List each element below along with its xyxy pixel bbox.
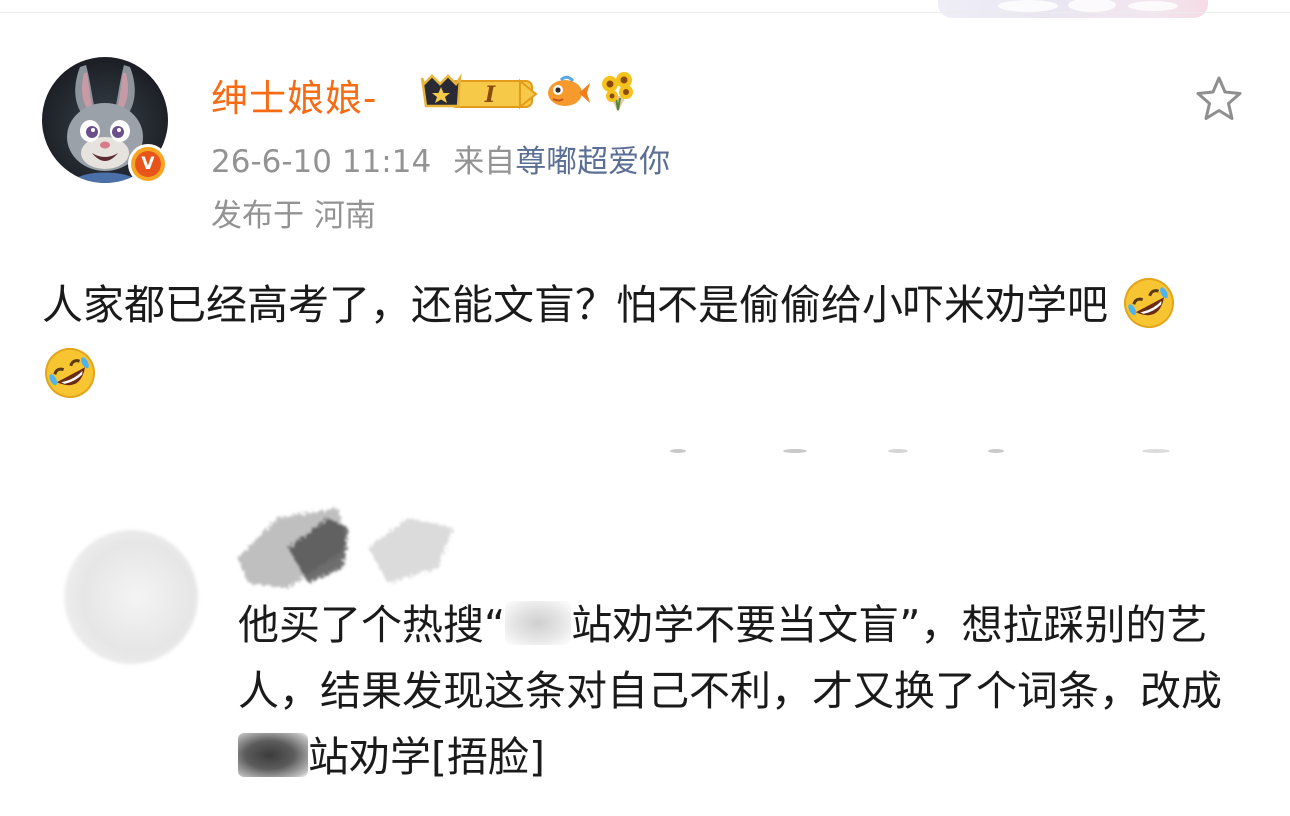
location-prefix: 发布于 [211,198,304,234]
rofl-emoji-icon [45,348,95,398]
source-prefix: 来自 [453,144,516,180]
post-meta: 26-6-10 11:14 来自尊嘟超爱你 [211,136,670,181]
cropped-edge-marks [670,449,1170,453]
comment-text-part-1: 他买了个热搜“ [238,601,506,649]
rofl-emoji-icon [1124,278,1175,328]
post-timestamp: 26-6-10 11:14 [211,144,432,180]
redacted-name-mark [238,733,308,777]
author-name[interactable]: 绅士娘娘- [211,68,377,122]
location-name: 河南 [313,198,376,234]
post-location: 发布于 河南 [211,190,376,235]
favorite-star-icon[interactable] [1194,74,1244,124]
crown-level-badge-icon: I [420,73,538,110]
blurred-commenter-avatar [64,530,198,664]
quoted-comment-text: 他买了个热搜“ 站劝学不要当文盲”，想拉踩别的艺人，结果发现这条对自己不利，才又换… [238,592,1238,790]
quoted-comment-screenshot[interactable]: 他买了个热搜“ 站劝学不要当文盲”，想拉踩别的艺人，结果发现这条对自己不利，才又换… [30,448,1270,816]
previous-post-image-thumbnail[interactable] [938,0,1208,18]
goldfish-fan-badge-icon [548,75,590,106]
verified-v-icon: V [135,151,161,177]
post-content: 人家都已经高考了，还能文盲？怕不是偷偷给小吓米劝学吧 [42,270,1252,410]
level-number: I [484,82,496,108]
divider [0,12,1290,13]
comment-text-part-3: 站劝学[捂脸] [308,733,545,781]
redacted-commenter-name [238,508,453,588]
redacted-name-mark [505,601,572,645]
source-link[interactable]: 尊嘟超爱你 [515,144,670,180]
weibo-post-page: V 绅士娘娘- I 26-6-10 11:14 来自尊嘟超爱你 发布于 河南 人… [0,0,1290,816]
post-text: 人家都已经高考了，还能文盲？怕不是偷偷给小吓米劝学吧 [42,281,1108,329]
verified-badge: V [128,144,168,184]
sunflower-bouquet-icon [602,72,633,112]
